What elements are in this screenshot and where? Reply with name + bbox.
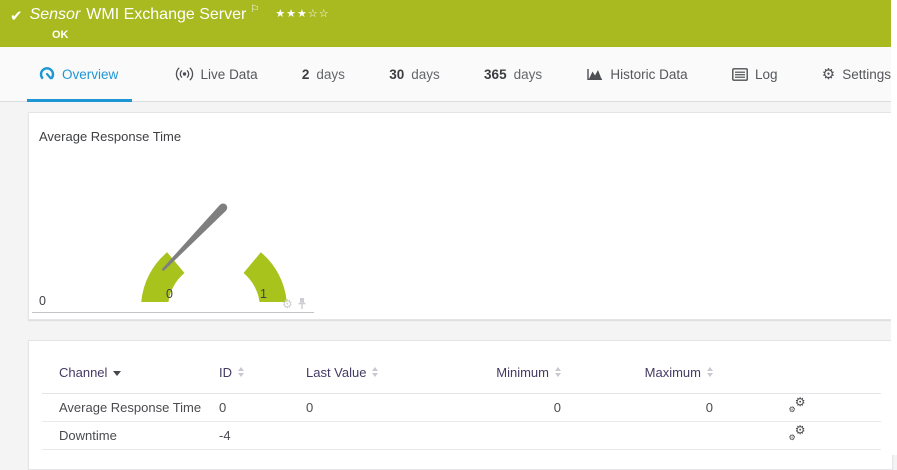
- tab-historic-data[interactable]: Historic Data: [584, 47, 689, 101]
- gauge-axis-line: [32, 312, 314, 313]
- sensor-status-text: OK: [52, 29, 69, 41]
- tab-unit: days: [513, 66, 543, 82]
- header-label: Last Value: [306, 364, 367, 380]
- pin-icon[interactable]: [297, 297, 307, 310]
- scrollbar-track[interactable]: [891, 0, 897, 455]
- gauge-panel: Average Response Time 0 1 0 ⚙: [28, 112, 893, 320]
- tab-label: Settings: [842, 66, 891, 82]
- tab-2-days[interactable]: 2 days: [300, 47, 347, 101]
- tab-365-days[interactable]: 365 days: [482, 47, 544, 101]
- channel-settings-gears-icon[interactable]: ⚙ ⚙: [789, 424, 806, 442]
- sort-desc-icon: [113, 370, 122, 376]
- tab-unit: days: [411, 66, 440, 82]
- cell-id: 0: [219, 399, 227, 415]
- sort-both-icon: [238, 367, 244, 377]
- gauge-scale-max: 1: [260, 287, 267, 301]
- column-header-last-value[interactable]: Last Value: [306, 341, 456, 393]
- priority-flag-icon[interactable]: ⚐: [250, 4, 259, 15]
- sort-both-icon: [555, 367, 561, 377]
- column-header-channel[interactable]: Channel: [42, 341, 219, 393]
- response-time-gauge: [141, 203, 287, 302]
- table-row-downtime: Downtime -4 ⚙ ⚙: [42, 421, 881, 449]
- channel-table-panel: Channel ID Last Value Minimum Maximum Av…: [28, 340, 893, 470]
- tab-log[interactable]: Log: [730, 47, 780, 101]
- channel-settings-gears-icon[interactable]: ⚙ ⚙: [789, 396, 806, 414]
- tab-overview[interactable]: Overview: [27, 47, 133, 102]
- cell-last-value: [306, 421, 456, 449]
- header-label: Channel: [59, 364, 108, 380]
- column-header-id[interactable]: ID: [219, 341, 306, 393]
- gear-icon: ⚙: [821, 65, 836, 83]
- broadcast-icon: [175, 67, 193, 81]
- tab-label: Log: [754, 66, 778, 82]
- status-ok-check-icon: ✔: [10, 8, 23, 25]
- stars-filled[interactable]: ★★★: [275, 8, 308, 20]
- tab-live-data[interactable]: Live Data: [173, 47, 260, 101]
- channel-table-header-row: Channel ID Last Value Minimum Maximum: [42, 341, 881, 393]
- cell-channel: Downtime: [59, 427, 117, 443]
- tab-bar: Overview Live Data 2 days 30 days 365 da…: [0, 47, 891, 102]
- gauge-scale-min: 0: [166, 287, 173, 301]
- area-chart-icon: [587, 69, 603, 80]
- cell-maximum: [561, 421, 713, 449]
- sort-both-icon: [372, 367, 379, 377]
- stars-empty[interactable]: ☆☆: [308, 8, 330, 20]
- log-list-icon: [732, 67, 748, 81]
- cell-channel: Average Response Time: [59, 399, 202, 415]
- gauge-settings-gear-icon[interactable]: ⚙: [282, 298, 293, 310]
- sensor-kind-label: Sensor: [29, 6, 81, 23]
- tab-number: 2: [301, 66, 310, 82]
- sensor-header-banner: ✔ Sensor WMI Exchange Server ⚐ ★★★☆☆ OK: [0, 0, 891, 47]
- gauge-axis-zero-label: 0: [39, 294, 46, 308]
- tab-number: 365: [484, 66, 507, 82]
- cell-maximum: 0: [705, 399, 713, 415]
- table-row-average-response-time: Average Response Time 0 0 0 0 ⚙ ⚙: [42, 393, 881, 421]
- header-label: Maximum: [644, 364, 701, 380]
- column-header-maximum[interactable]: Maximum: [561, 341, 713, 393]
- tab-label: Overview: [62, 66, 119, 82]
- header-label: Minimum: [496, 364, 549, 380]
- tab-30-days[interactable]: 30 days: [387, 47, 442, 101]
- sort-both-icon: [707, 367, 713, 377]
- gauge-needle: [161, 203, 228, 272]
- tab-label: Historic Data: [610, 66, 688, 82]
- cell-minimum: 0: [553, 399, 561, 415]
- cell-last-value: 0: [306, 399, 314, 415]
- tab-unit: days: [316, 66, 345, 82]
- priority-stars[interactable]: ★★★☆☆: [275, 7, 329, 20]
- column-header-actions: [713, 341, 881, 393]
- tab-number: 30: [389, 66, 405, 82]
- cell-id: -4: [219, 427, 231, 443]
- header-label: ID: [219, 364, 232, 380]
- tab-label: Live Data: [200, 66, 258, 82]
- channel-table: Channel ID Last Value Minimum Maximum Av…: [42, 341, 881, 450]
- gauge-icon: [39, 67, 55, 80]
- tab-settings[interactable]: ⚙ Settings: [820, 47, 893, 101]
- column-header-minimum[interactable]: Minimum: [456, 341, 561, 393]
- sensor-title: WMI Exchange Server: [86, 6, 247, 23]
- cell-minimum: [456, 421, 561, 449]
